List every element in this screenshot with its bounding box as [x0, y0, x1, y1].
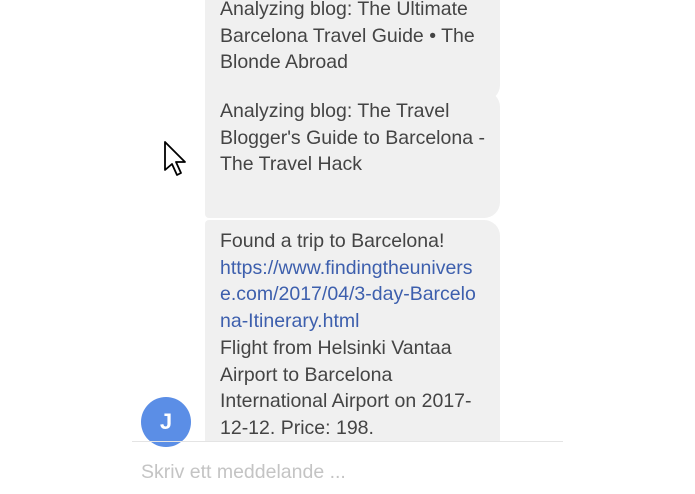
mouse-cursor-icon: [164, 141, 186, 176]
avatar: J: [141, 397, 191, 447]
message-bubble: Analyzing blog: The Travel Blogger's Gui…: [205, 91, 500, 218]
message-text: Flight from Helsinki Vantaa Airport to B…: [220, 336, 472, 439]
message-text: Analyzing blog: The Travel Blogger's Gui…: [220, 100, 485, 176]
chat-messages: Analyzing blog: The Ultimate Barcelona T…: [0, 0, 695, 441]
message-text: Found a trip to Barcelona!: [220, 230, 445, 252]
message-bubble: Found a trip to Barcelona! https://www.f…: [205, 220, 500, 441]
trip-link[interactable]: https://www.findingtheuniverse.com/2017/…: [220, 257, 476, 332]
avatar-initial: J: [159, 409, 173, 434]
message-input[interactable]: [132, 452, 563, 492]
message-text: Analyzing blog: The Ultimate Barcelona T…: [220, 0, 475, 74]
composer-divider: [132, 441, 563, 442]
message-bubble: Analyzing blog: The Ultimate Barcelona T…: [205, 0, 500, 101]
